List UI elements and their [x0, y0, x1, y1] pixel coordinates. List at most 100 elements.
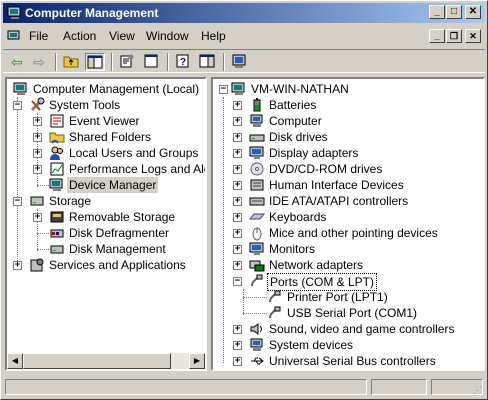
scroll-right-icon[interactable]: ▶	[189, 353, 205, 369]
tree-item-local-users-groups[interactable]: + Local Users and Groups	[7, 145, 205, 161]
tree-item-system-tools[interactable]: − System Tools	[7, 97, 205, 113]
device-tree-pane[interactable]: − VM-WIN-NATHAN + Batteries + Computer +…	[211, 77, 485, 371]
collapse-icon[interactable]: −	[13, 197, 22, 206]
shared-folders-icon	[49, 132, 65, 144]
device-root-computer[interactable]: − VM-WIN-NATHAN	[213, 81, 483, 97]
scroll-thumb[interactable]	[23, 353, 171, 369]
expand-icon[interactable]: +	[233, 133, 242, 142]
tree-label: Local Users and Groups	[69, 146, 199, 160]
collapse-icon[interactable]: −	[219, 85, 228, 94]
menu-help[interactable]: Help	[201, 29, 226, 43]
device-usb-serial-port[interactable]: USB Serial Port (COM1)	[213, 305, 483, 321]
menu-bar: File Action View Window Help _ ❐ ✕	[3, 25, 485, 47]
device-category-sound[interactable]: + Sound, video and game controllers	[213, 321, 483, 337]
tree-label: Network adapters	[269, 258, 364, 272]
collapse-icon[interactable]: −	[13, 101, 22, 110]
back-icon[interactable]: ⇦	[7, 53, 27, 71]
device-printer-port[interactable]: Printer Port (LPT1)	[213, 289, 483, 305]
port-icon	[269, 306, 281, 319]
tree-item-performance-logs[interactable]: + Performance Logs and Alerts	[7, 161, 205, 177]
device-category-batteries[interactable]: + Batteries	[213, 97, 483, 113]
resize-grip-icon[interactable]: ⋰	[473, 385, 485, 397]
expand-icon[interactable]: +	[233, 341, 242, 350]
tree-item-event-viewer[interactable]: + Event Viewer	[7, 113, 205, 129]
expand-icon[interactable]: +	[233, 357, 242, 366]
device-category-system-devices[interactable]: + System devices	[213, 337, 483, 353]
maximize-button[interactable]: □	[446, 5, 462, 19]
scroll-left-icon[interactable]: ◀	[7, 353, 23, 369]
expand-icon[interactable]: +	[233, 229, 242, 238]
expand-icon[interactable]: +	[233, 245, 242, 254]
tree-label: Sound, video and game controllers	[269, 322, 455, 336]
menu-action[interactable]: Action	[63, 29, 96, 43]
properties-icon[interactable]	[117, 53, 137, 71]
device-manager-icon	[49, 178, 63, 191]
expand-icon[interactable]: +	[233, 261, 242, 270]
device-category-computer[interactable]: + Computer	[213, 113, 483, 129]
up-folder-icon[interactable]	[61, 53, 81, 71]
horizontal-scrollbar[interactable]: ◀ ▶	[7, 353, 205, 369]
computer-icon	[231, 82, 245, 95]
expand-icon[interactable]: +	[233, 181, 242, 190]
expand-icon[interactable]: +	[233, 325, 242, 334]
action-pane-icon[interactable]	[197, 53, 217, 71]
expand-icon[interactable]: +	[33, 117, 42, 126]
removable-storage-icon	[50, 211, 64, 223]
tree-item-computer-management[interactable]: Computer Management (Local)	[7, 81, 205, 97]
tree-item-disk-management[interactable]: Disk Management	[7, 241, 205, 257]
tree-item-removable-storage[interactable]: + Removable Storage	[7, 209, 205, 225]
tree-label: Removable Storage	[69, 210, 176, 224]
expand-icon[interactable]: +	[33, 149, 42, 158]
expand-icon[interactable]: +	[33, 165, 42, 174]
tree-item-disk-defragmenter[interactable]: Disk Defragmenter	[7, 225, 205, 241]
menu-file[interactable]: File	[29, 29, 48, 43]
expand-icon[interactable]: +	[233, 149, 242, 158]
expand-icon[interactable]: +	[233, 213, 242, 222]
forward-icon[interactable]: ⇨	[29, 53, 49, 71]
toolbar-separator	[55, 53, 57, 71]
menu-view[interactable]: View	[109, 29, 135, 43]
tree-item-storage[interactable]: − Storage	[7, 193, 205, 209]
computer-management-icon	[13, 82, 27, 95]
show-hide-console-icon[interactable]	[141, 53, 161, 71]
tree-item-device-manager[interactable]: Device Manager	[7, 177, 205, 193]
document-icon[interactable]	[7, 28, 23, 44]
display-icon	[249, 146, 264, 159]
tree-item-shared-folders[interactable]: + Shared Folders	[7, 129, 205, 145]
device-category-dvd-cdrom[interactable]: + DVD/CD-ROM drives	[213, 161, 483, 177]
expand-icon[interactable]: +	[33, 213, 42, 222]
device-category-ports[interactable]: − Ports (COM & LPT)	[213, 273, 483, 291]
mdi-close-button[interactable]: ✕	[465, 29, 481, 43]
mdi-restore-button[interactable]: ❐	[446, 29, 462, 43]
mdi-minimize-button[interactable]: _	[429, 29, 445, 43]
device-category-mice[interactable]: + Mice and other pointing devices	[213, 225, 483, 241]
tree-label: Batteries	[269, 98, 317, 112]
device-category-network-adapters[interactable]: + Network adapters	[213, 257, 483, 273]
tree-label: Display adapters	[269, 146, 359, 160]
device-category-ide-controllers[interactable]: + IDE ATA/ATAPI controllers	[213, 193, 483, 209]
expand-icon[interactable]: +	[233, 117, 242, 126]
expand-icon[interactable]: +	[233, 197, 242, 206]
device-category-usb-controllers[interactable]: + Universal Serial Bus controllers	[213, 353, 483, 369]
device-category-monitors[interactable]: + Monitors	[213, 241, 483, 257]
device-category-disk-drives[interactable]: + Disk drives	[213, 129, 483, 145]
toolbar-separator	[223, 53, 225, 71]
help-icon[interactable]: ?	[173, 53, 193, 71]
print-icon[interactable]	[229, 53, 249, 71]
minimize-button[interactable]: _	[429, 5, 445, 19]
device-category-display-adapters[interactable]: + Display adapters	[213, 145, 483, 161]
device-category-keyboards[interactable]: + Keyboards	[213, 209, 483, 225]
expand-icon[interactable]: +	[13, 261, 22, 270]
tree-label: Human Interface Devices	[269, 178, 404, 192]
show-hide-tree-icon[interactable]	[85, 53, 105, 71]
console-tree-pane[interactable]: Computer Management (Local) − System Too…	[5, 77, 207, 371]
collapse-icon[interactable]: −	[233, 277, 242, 286]
close-button[interactable]: ✕	[465, 5, 481, 19]
expand-icon[interactable]: +	[233, 165, 242, 174]
expand-icon[interactable]: +	[33, 133, 42, 142]
expand-icon[interactable]: +	[233, 101, 242, 110]
tree-item-services-applications[interactable]: + Services and Applications	[7, 257, 205, 273]
device-category-hid[interactable]: + Human Interface Devices	[213, 177, 483, 193]
title-bar[interactable]: Computer Management _ □ ✕	[3, 3, 485, 23]
menu-window[interactable]: Window	[146, 29, 189, 43]
